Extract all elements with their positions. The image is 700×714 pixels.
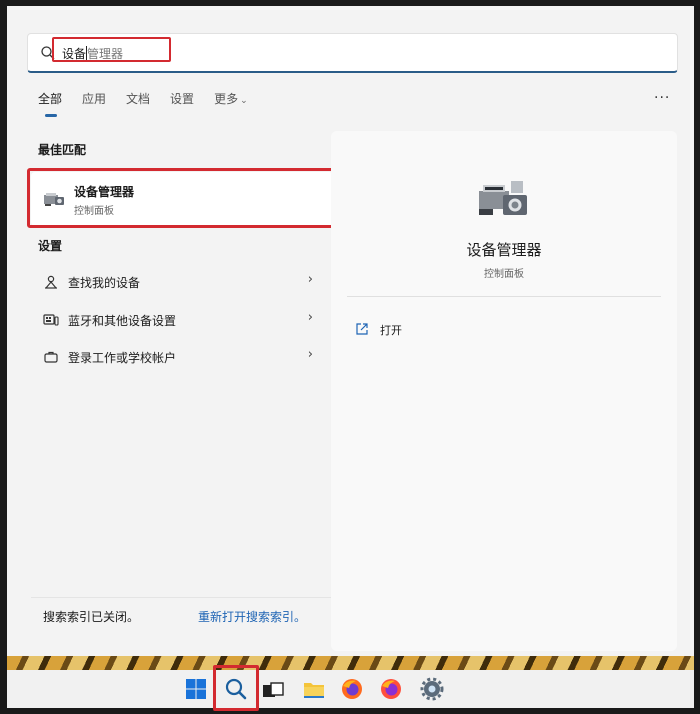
chevron-right-icon: › xyxy=(307,310,313,325)
tab-more-label: 更多 xyxy=(214,92,239,106)
settings-item-label: 蓝牙和其他设备设置 xyxy=(68,314,177,328)
taskbar-search-highlight-box xyxy=(213,665,259,711)
reopen-search-index-link[interactable]: 重新打开搜索索引。 xyxy=(198,608,306,625)
taskbar xyxy=(7,670,694,708)
tab-settings[interactable]: 设置 xyxy=(170,90,194,118)
chevron-right-icon: › xyxy=(307,272,313,287)
settings-item-bluetooth-devices[interactable]: 蓝牙和其他设备设置 › xyxy=(31,304,333,336)
best-match-highlight-box xyxy=(27,168,338,228)
open-action-label: 打开 xyxy=(380,324,402,337)
search-index-note: 搜索索引已关闭。 xyxy=(43,610,140,624)
file-explorer-icon[interactable] xyxy=(302,677,326,701)
detail-divider xyxy=(347,296,661,297)
chevron-down-icon: ⌄ xyxy=(240,96,248,106)
desktop-wallpaper-strip xyxy=(7,656,694,670)
person-location-icon xyxy=(45,275,57,289)
firefox-icon[interactable] xyxy=(379,677,403,701)
settings-gear-icon[interactable] xyxy=(420,677,444,701)
keyboard-device-icon xyxy=(43,314,59,326)
detail-subtitle: 控制面板 xyxy=(484,269,524,280)
tab-documents[interactable]: 文档 xyxy=(126,90,150,118)
search-highlight-box xyxy=(52,37,171,62)
tab-apps-label: 应用 xyxy=(82,92,107,106)
start-search-panel: 设备管理器 全部 应用 文档 设置 更多 ⌄ ··· 最佳匹配 设备管理器 控制面… xyxy=(7,6,694,656)
filter-tabs: 全部 应用 文档 设置 更多 ⌄ xyxy=(38,90,268,120)
settings-item-find-my-device[interactable]: 查找我的设备 › xyxy=(31,266,333,298)
briefcase-icon xyxy=(44,351,58,363)
detail-title: 设备管理器 xyxy=(466,241,542,259)
chevron-right-icon: › xyxy=(307,347,313,362)
detail-pane: 设备管理器 控制面板 打开 xyxy=(331,131,677,651)
tab-all-label: 全部 xyxy=(38,92,63,106)
tab-apps[interactable]: 应用 xyxy=(82,90,106,118)
settings-item-label: 登录工作或学校帐户 xyxy=(68,351,177,365)
device-manager-large-icon xyxy=(479,181,527,215)
tab-all[interactable]: 全部 xyxy=(38,90,62,118)
tab-settings-label: 设置 xyxy=(170,92,195,106)
footer-divider xyxy=(31,597,333,598)
screenshot-frame: 设备管理器 全部 应用 文档 设置 更多 ⌄ ··· 最佳匹配 设备管理器 控制面… xyxy=(7,6,694,711)
firefox-icon[interactable] xyxy=(340,677,364,701)
settings-item-label: 查找我的设备 xyxy=(68,276,141,290)
windows-start-icon[interactable] xyxy=(184,677,208,701)
tab-more[interactable]: 更多 ⌄ xyxy=(214,90,248,118)
more-options-button[interactable]: ··· xyxy=(654,90,670,106)
task-view-icon[interactable] xyxy=(261,677,285,701)
tab-documents-label: 文档 xyxy=(126,92,151,106)
settings-heading: 设置 xyxy=(38,239,63,253)
open-external-icon xyxy=(356,323,368,335)
best-match-heading: 最佳匹配 xyxy=(38,143,87,157)
settings-item-work-school-account[interactable]: 登录工作或学校帐户 › xyxy=(31,341,333,373)
